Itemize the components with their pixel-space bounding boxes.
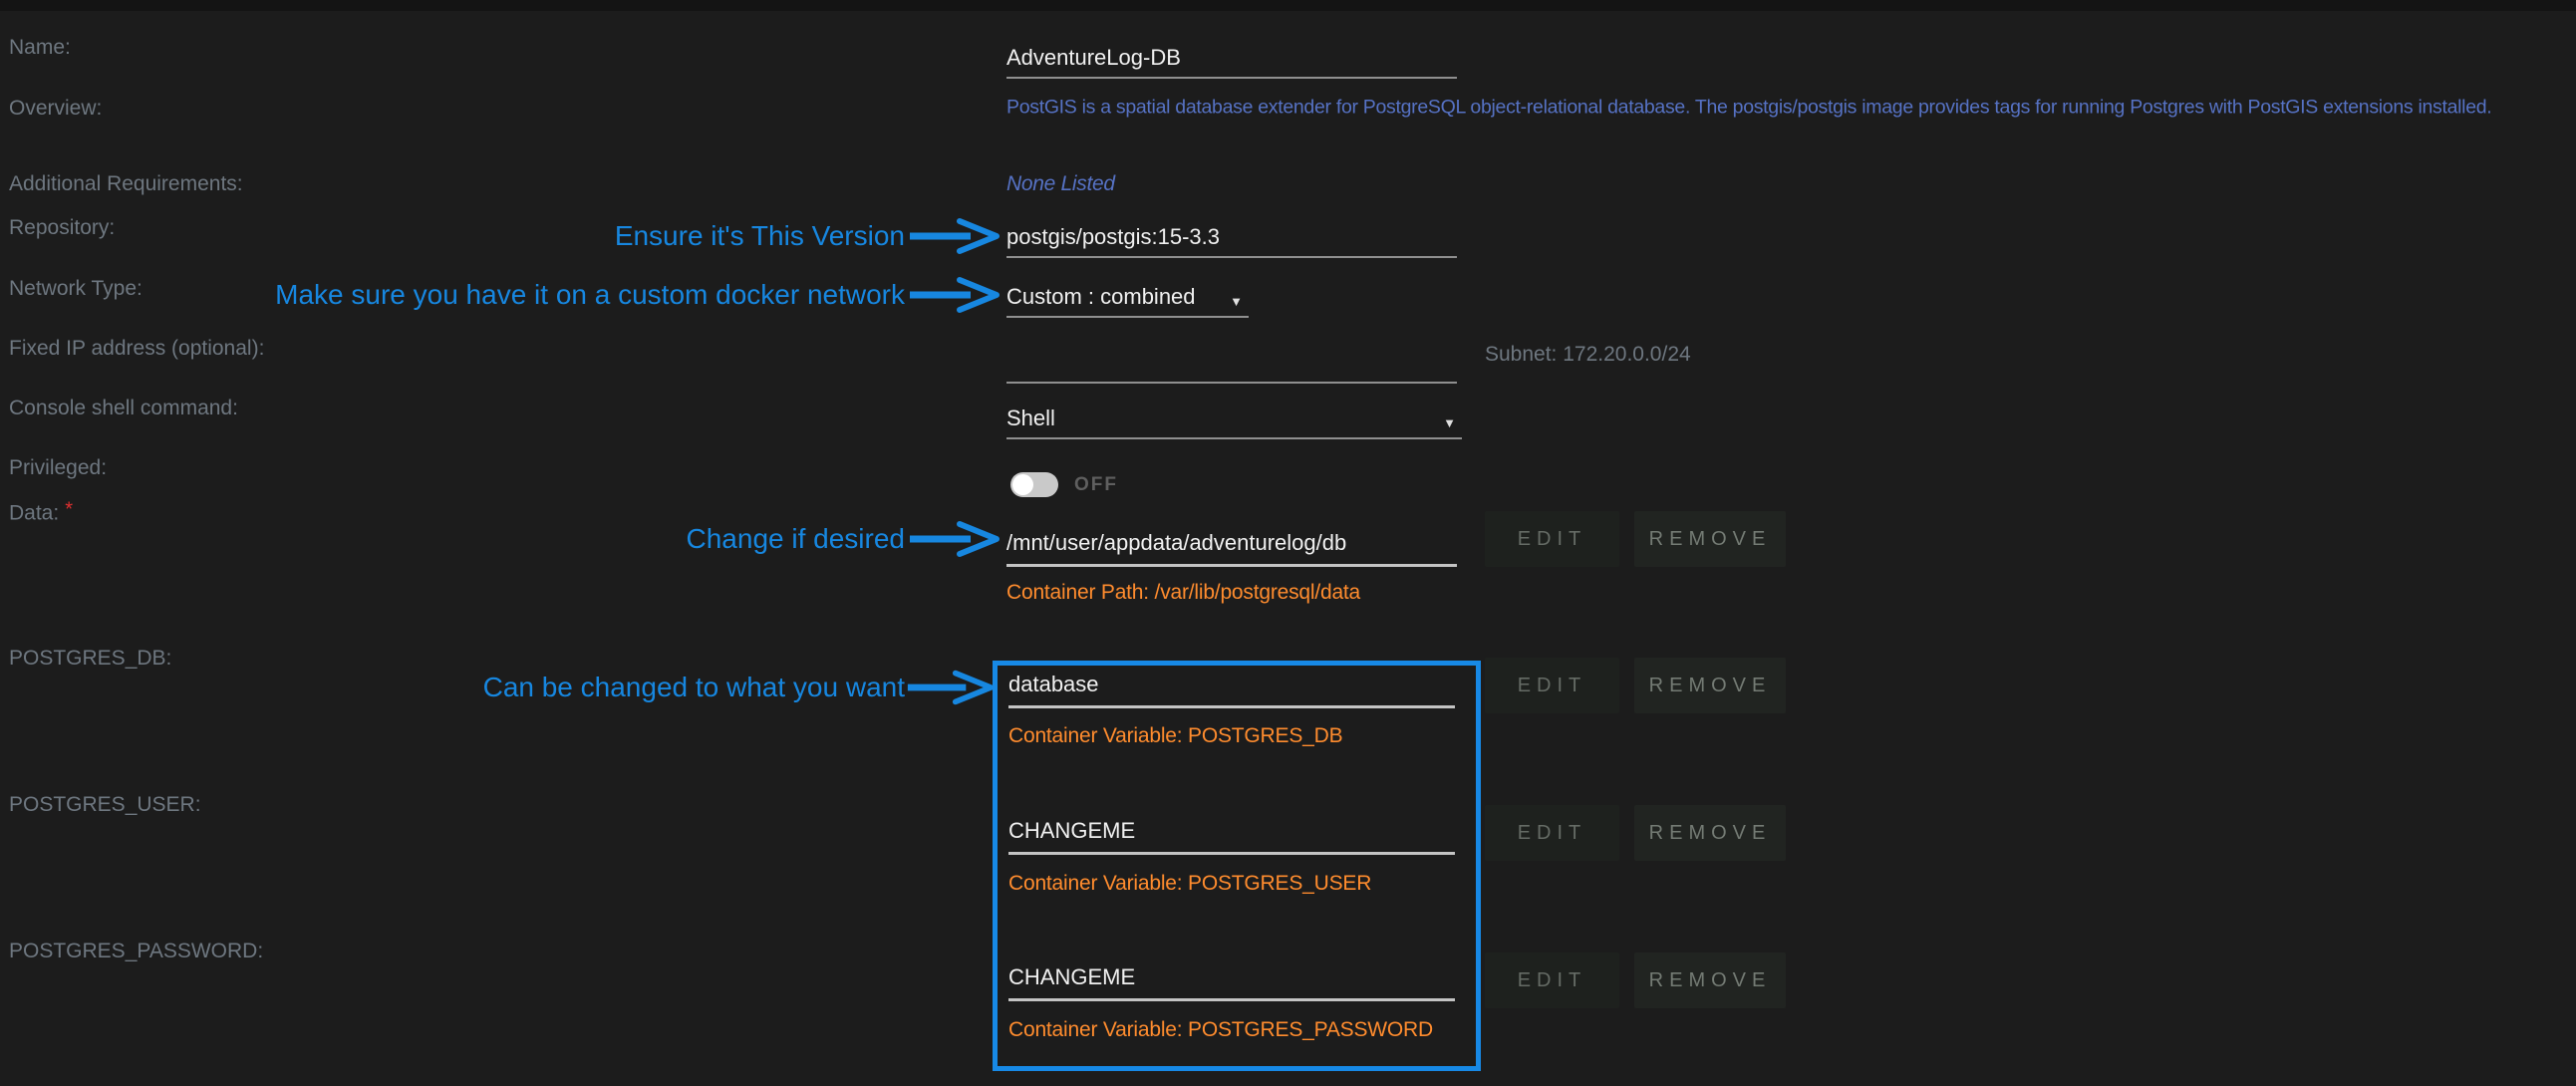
postgres-user-value: CHANGEME	[1008, 820, 1135, 842]
postgres-db-variable-text: Container Variable: POSTGRES_DB	[1008, 724, 1342, 748]
network-type-select[interactable]: Custom : combined ▼	[1006, 280, 1249, 318]
annotation-repository: Ensure it's This Version	[606, 220, 905, 252]
data-remove-button[interactable]: REMOVE	[1634, 511, 1786, 567]
data-container-path-text: Container Path: /var/lib/postgresql/data	[1006, 581, 1360, 605]
fixed-ip-label: Fixed IP address (optional):	[9, 337, 264, 361]
toggle-knob	[1012, 474, 1033, 495]
annotation-arrow-network-icon	[907, 275, 1002, 315]
privileged-toggle[interactable]	[1010, 472, 1058, 497]
postgres-db-input[interactable]: database	[1008, 662, 1455, 708]
postgres-user-input[interactable]: CHANGEME	[1008, 808, 1455, 855]
console-shell-value: Shell	[1006, 407, 1055, 429]
postgres-db-label: POSTGRES_DB:	[9, 647, 171, 671]
postgres-user-label: POSTGRES_USER:	[9, 793, 201, 817]
postgres-db-remove-button[interactable]: REMOVE	[1634, 658, 1786, 713]
fixed-ip-input[interactable]	[1006, 346, 1457, 384]
required-asterisk: *	[65, 499, 73, 521]
annotation-network: Make sure you have it on a custom docker…	[259, 279, 905, 311]
postgres-password-label: POSTGRES_PASSWORD:	[9, 940, 263, 963]
annotation-data: Change if desired	[598, 523, 905, 555]
postgres-user-edit-button[interactable]: EDIT	[1485, 805, 1619, 861]
data-path-value: /mnt/user/appdata/adventurelog/db	[1006, 532, 1346, 554]
console-shell-label: Console shell command:	[9, 397, 238, 420]
repository-value: postgis/postgis:15-3.3	[1006, 226, 1220, 248]
postgres-password-remove-button[interactable]: REMOVE	[1634, 952, 1786, 1008]
chevron-down-icon: ▼	[1230, 295, 1243, 308]
annotation-arrow-data-icon	[907, 519, 1002, 559]
network-type-label: Network Type:	[9, 277, 143, 301]
postgres-db-edit-button[interactable]: EDIT	[1485, 658, 1619, 713]
subnet-text: Subnet: 172.20.0.0/24	[1485, 343, 1691, 367]
name-value: AdventureLog-DB	[1006, 47, 1181, 69]
privileged-label: Privileged:	[9, 456, 107, 480]
additional-requirements-label: Additional Requirements:	[9, 172, 243, 196]
annotation-arrow-postgres-db-icon	[905, 668, 997, 707]
data-label: Data:*	[9, 499, 73, 526]
repository-label: Repository:	[9, 216, 115, 240]
postgres-password-input[interactable]: CHANGEME	[1008, 954, 1455, 1001]
data-path-input[interactable]: /mnt/user/appdata/adventurelog/db	[1006, 520, 1457, 567]
repository-input[interactable]: postgis/postgis:15-3.3	[1006, 220, 1457, 258]
postgres-password-variable-text: Container Variable: POSTGRES_PASSWORD	[1008, 1018, 1433, 1042]
postgres-password-value: CHANGEME	[1008, 966, 1135, 988]
postgres-user-remove-button[interactable]: REMOVE	[1634, 805, 1786, 861]
docker-container-settings-page: Name: Overview: Additional Requirements:…	[0, 0, 2576, 1086]
name-input[interactable]: AdventureLog-DB	[1006, 41, 1457, 79]
privileged-state-text: OFF	[1074, 474, 1118, 496]
postgres-db-value: database	[1008, 674, 1099, 695]
additional-requirements-value: None Listed	[1006, 172, 1115, 196]
annotation-arrow-repository-icon	[907, 216, 1002, 256]
postgres-user-variable-text: Container Variable: POSTGRES_USER	[1008, 872, 1371, 896]
console-shell-select[interactable]: Shell ▼	[1006, 402, 1462, 439]
overview-label: Overview:	[9, 97, 102, 121]
chevron-down-icon: ▼	[1443, 416, 1456, 429]
top-edge-strip	[0, 0, 2576, 11]
name-label: Name:	[9, 36, 71, 60]
postgres-password-edit-button[interactable]: EDIT	[1485, 952, 1619, 1008]
overview-text: PostGIS is a spatial database extender f…	[1006, 97, 2491, 120]
highlight-box	[993, 661, 1481, 1071]
annotation-postgres-db: Can be changed to what you want	[438, 672, 905, 703]
data-edit-button[interactable]: EDIT	[1485, 511, 1619, 567]
network-type-value: Custom : combined	[1006, 286, 1196, 308]
